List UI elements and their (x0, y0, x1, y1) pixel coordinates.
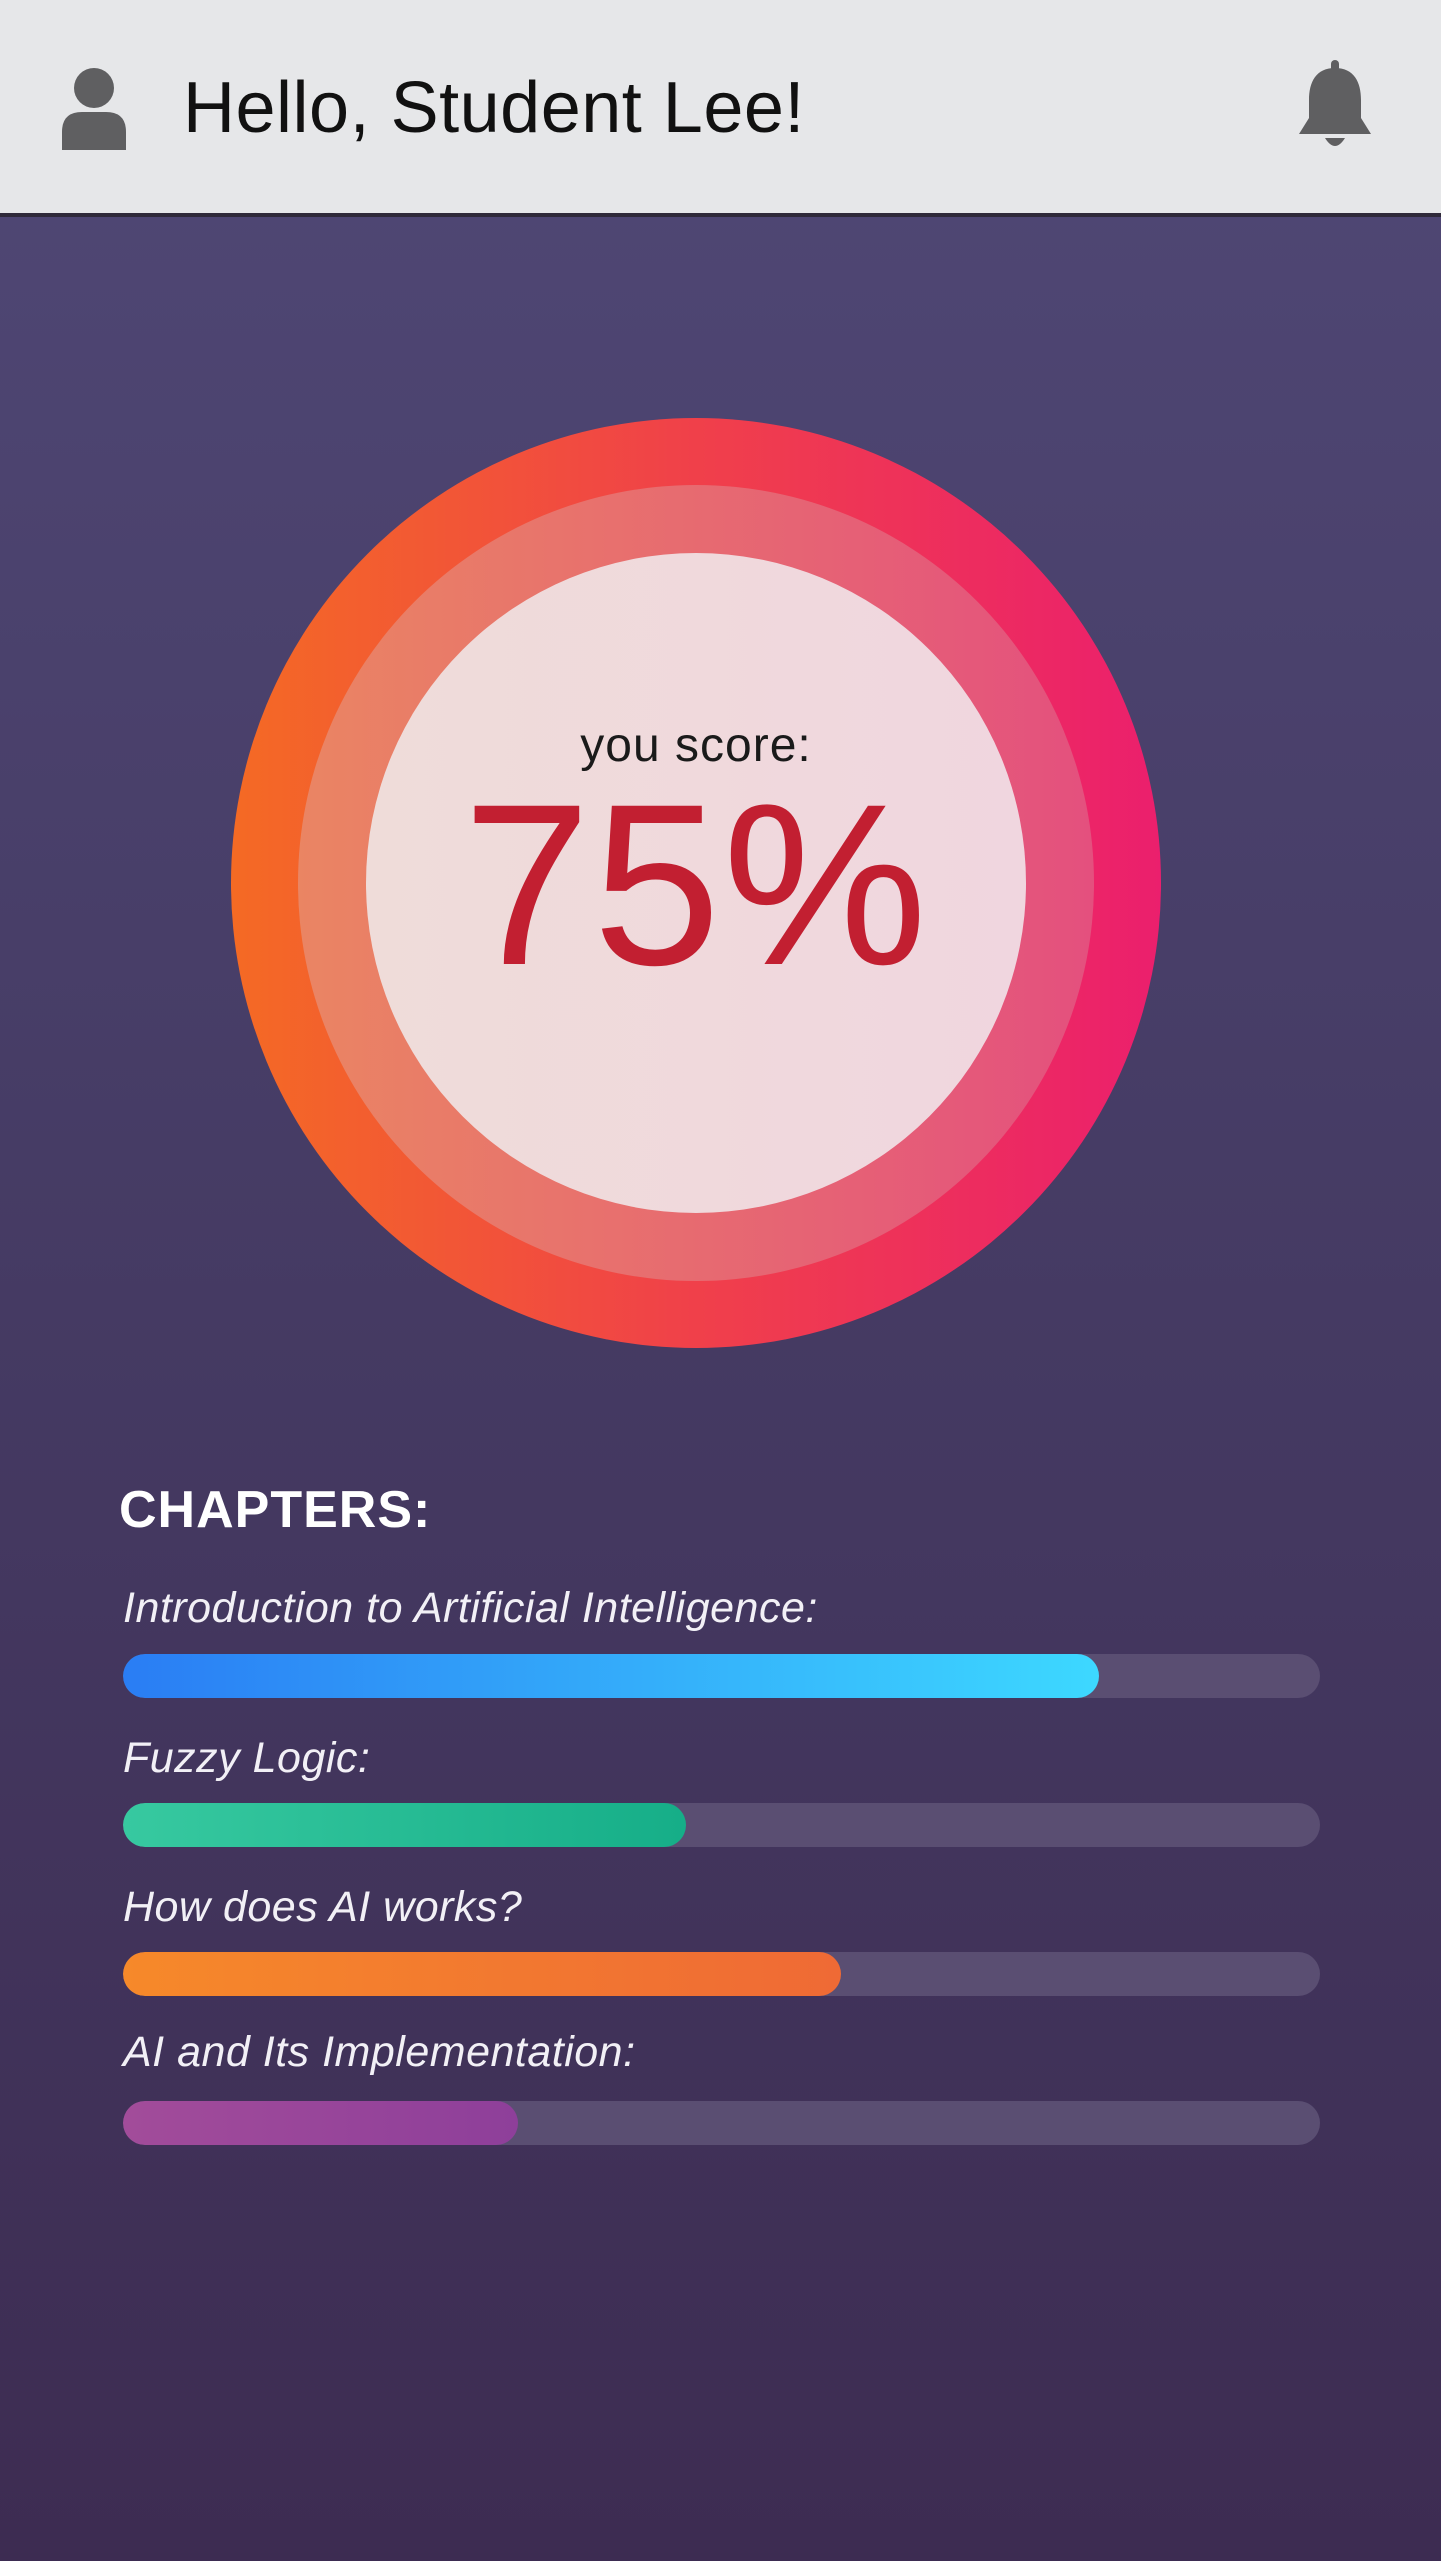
chapter-label-ai-implementation[interactable]: AI and Its Implementation: (123, 2026, 636, 2078)
chapter-label-how-ai-works[interactable]: How does AI works? (123, 1881, 522, 1933)
chapter-progress-ai-implementation (123, 2101, 1320, 2145)
bell-icon[interactable] (1296, 60, 1374, 152)
chapter-progress-fill (123, 1654, 1099, 1698)
app-header: Hello, Student Lee! (0, 0, 1441, 217)
greeting-title: Hello, Student Lee! (183, 68, 805, 148)
chapter-progress-fill (123, 1952, 842, 1996)
chapter-label-intro-ai[interactable]: Introduction to Artificial Intelligence: (123, 1582, 818, 1634)
chapters-heading: CHAPTERS: (119, 1481, 432, 1539)
chapter-progress-fuzzy-logic (123, 1803, 1320, 1847)
chapter-progress-intro-ai (123, 1654, 1320, 1698)
chapter-progress-fill (123, 1803, 686, 1847)
chapter-progress-fill (123, 2101, 518, 2145)
score-value: 75% (462, 756, 930, 1013)
user-icon[interactable] (60, 66, 128, 150)
chapter-progress-how-ai-works (123, 1952, 1320, 1996)
chapter-label-fuzzy-logic[interactable]: Fuzzy Logic: (123, 1732, 370, 1784)
